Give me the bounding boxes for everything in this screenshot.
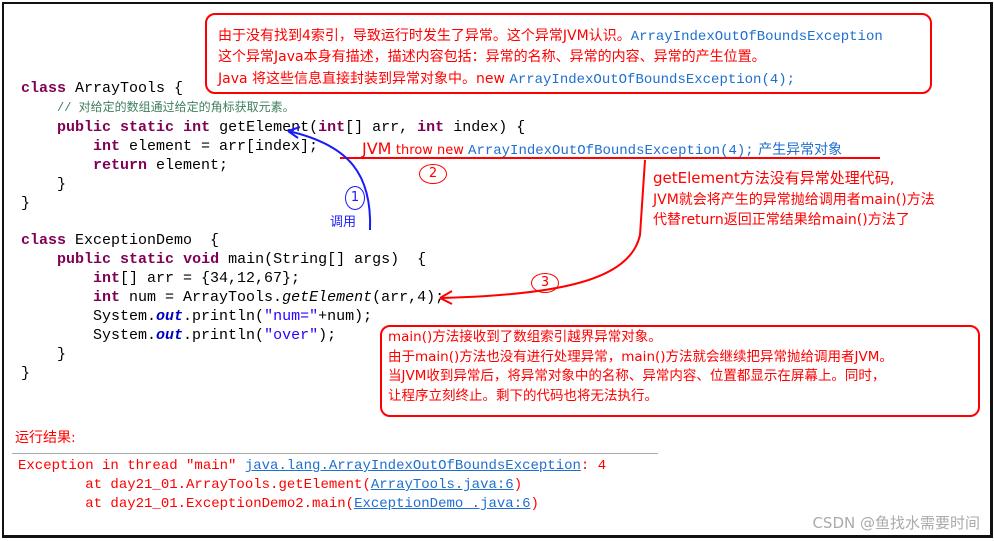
step-3-marker: 3 xyxy=(531,273,559,293)
call-label: 调用 xyxy=(330,215,357,230)
result-label: 运行结果: xyxy=(15,430,76,446)
exception-demo-link[interactable]: ExceptionDemo .java:6 xyxy=(354,496,530,512)
step-1-marker: 1 xyxy=(345,186,365,210)
exception-link[interactable]: java.lang.ArrayIndexOutOfBoundsException xyxy=(245,458,581,474)
step-2-marker: 2 xyxy=(419,164,447,184)
watermark: CSDN @鱼找水需要时间 xyxy=(812,514,980,532)
result-divider xyxy=(12,453,658,454)
console-line-3: at day21_01.ExceptionDemo2.main(Exceptio… xyxy=(18,496,539,512)
console-line-2: at day21_01.ArrayTools.getElement(ArrayT… xyxy=(18,477,523,493)
array-tools-link[interactable]: ArrayTools.java:6 xyxy=(371,477,514,493)
console-line-1: Exception in thread "main" java.lang.Arr… xyxy=(18,458,607,474)
